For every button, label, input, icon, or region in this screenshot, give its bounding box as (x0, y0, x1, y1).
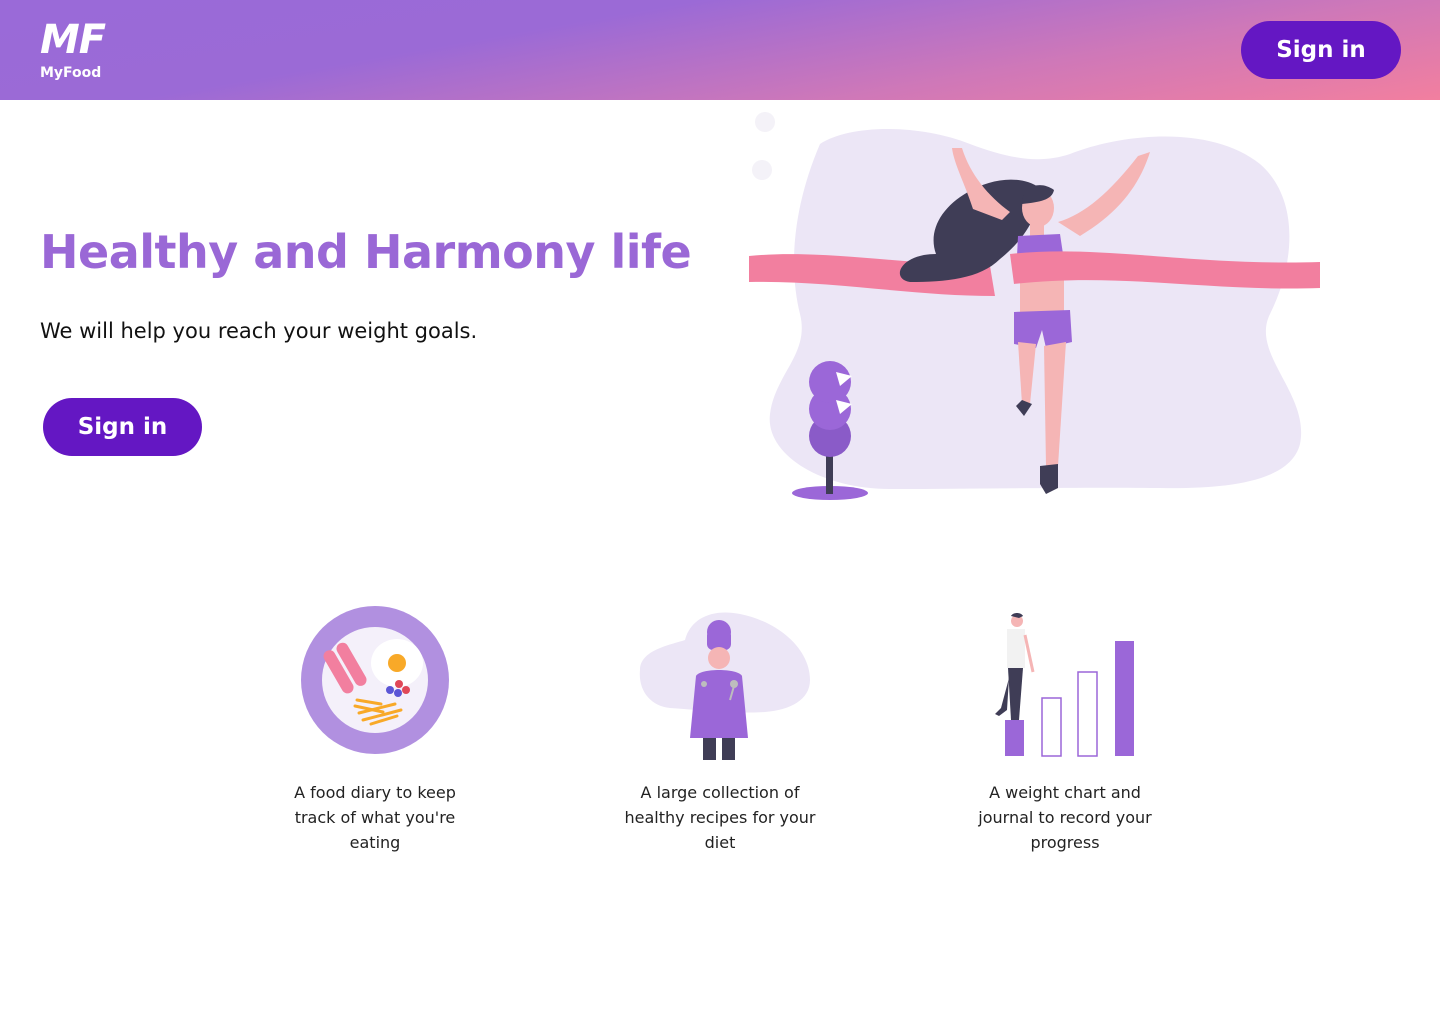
chef-icon (639, 612, 810, 760)
feature-text: A food diary to keep track of what you'r… (294, 783, 456, 852)
hero-subtitle: We will help you reach your weight goals… (40, 319, 478, 343)
logo-name: MyFood (40, 65, 102, 81)
hero-title: Healthy and Harmony life (40, 225, 692, 279)
logo[interactable]: MF MyFood (40, 17, 106, 82)
logo-mark: MF (40, 17, 106, 63)
feature-text: A large collection of healthy recipes fo… (624, 783, 816, 852)
progress-chart-icon (995, 613, 1134, 757)
feature-text: A weight chart and journal to record you… (978, 783, 1152, 852)
top-header: MF MyFood Sign in (0, 0, 1440, 100)
food-plate-icon (301, 606, 449, 754)
runner-illustration (749, 112, 1320, 500)
hero-sign-in-button[interactable]: Sign in (43, 398, 202, 456)
header-sign-in-button[interactable]: Sign in (1241, 21, 1401, 79)
